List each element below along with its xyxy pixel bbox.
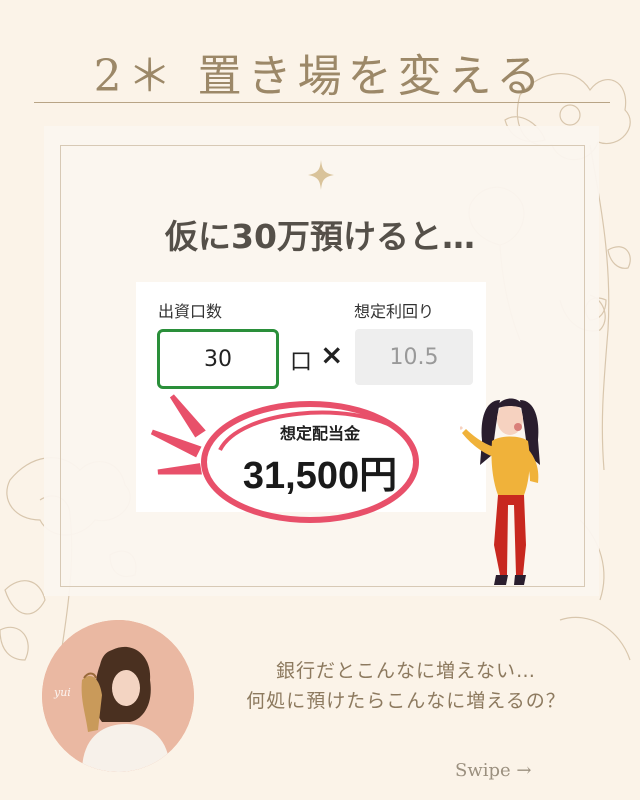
svg-text:yui: yui [53,686,71,699]
sparkle-icon [308,160,334,190]
lead-heading: 仮に30万預けると… [165,217,475,256]
units-label: 出資口数 [158,302,223,321]
rate-input[interactable]: 10.5 [355,329,473,385]
speech-line-1: 銀行だとこんなに増えない… [275,660,536,682]
dividend-label: 想定配当金 [279,424,360,443]
woman-illustration [460,398,540,585]
swipe-link[interactable]: Swipe → [455,760,531,781]
avatar[interactable]: yui [42,620,194,772]
rate-label: 想定利回り [354,302,435,321]
page-title: 2＊ 置き場を変える [93,51,547,102]
speech-line-2: 何処に預けたらこんなに増えるの？ [246,690,566,712]
title-divider [34,102,610,103]
burst-lines-icon [150,394,206,475]
units-input[interactable]: 30 [157,329,279,389]
dividend-value: 31,500円 [242,455,398,497]
units-suffix: 口 [290,350,313,375]
times-icon: × [320,338,344,371]
avatar-photo: yui [42,620,194,772]
